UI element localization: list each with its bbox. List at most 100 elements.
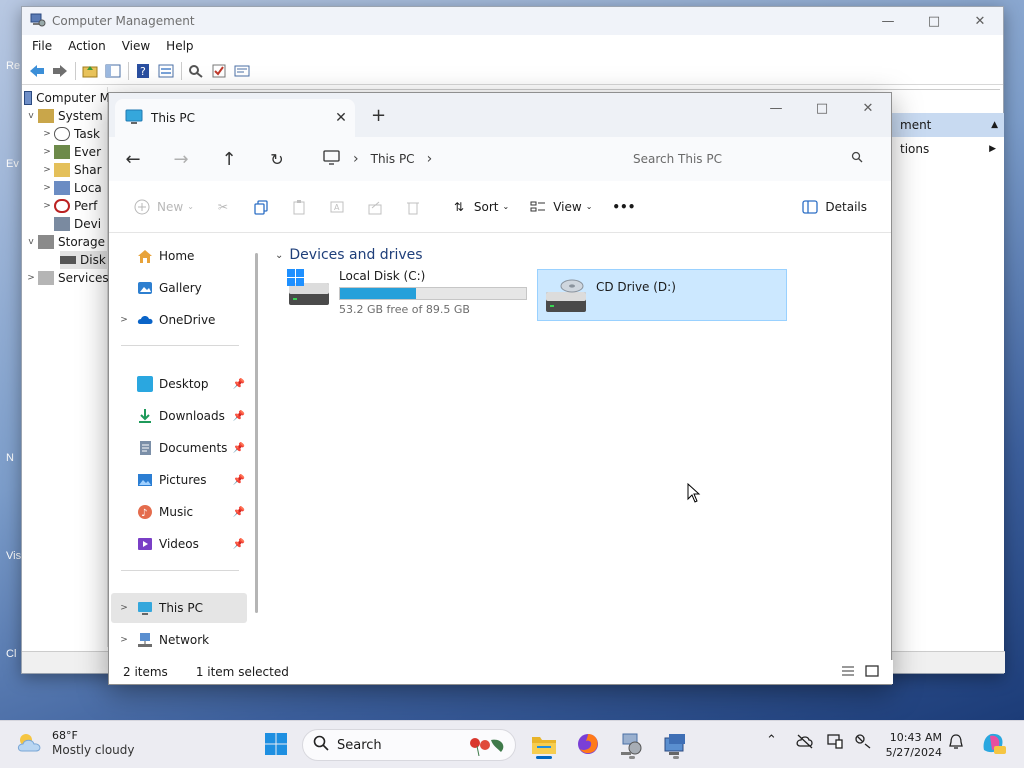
- firefox-icon: [576, 732, 600, 759]
- weather-temperature: 68°F: [52, 729, 78, 742]
- back-arrow-icon[interactable]: [26, 61, 48, 81]
- more-actions[interactable]: tions ▶: [892, 137, 1004, 161]
- menu-action[interactable]: Action: [60, 39, 114, 53]
- magnifier-icon[interactable]: [185, 61, 207, 81]
- copy-button[interactable]: [242, 191, 280, 223]
- desktop-icon-label[interactable]: N: [6, 452, 14, 464]
- rename-button[interactable]: A: [318, 191, 356, 223]
- chevron-right-icon[interactable]: >: [111, 603, 137, 613]
- chevron-down-icon[interactable]: ⌄: [275, 250, 283, 261]
- drive-cd-d[interactable]: CD Drive (D:): [537, 269, 787, 321]
- nav-item-pictures[interactable]: Pictures 📌: [111, 465, 247, 495]
- back-button[interactable]: ←: [109, 137, 157, 181]
- search-icon[interactable]: [851, 151, 863, 166]
- maximize-button[interactable]: □: [799, 93, 845, 123]
- chevron-right-icon[interactable]: >: [111, 315, 137, 325]
- pin-icon[interactable]: 📌: [233, 443, 245, 454]
- tree-item-computer[interactable]: Computer M: [24, 89, 110, 107]
- pin-icon[interactable]: 📌: [233, 475, 245, 486]
- pin-icon[interactable]: 📌: [233, 379, 245, 390]
- forward-button[interactable]: →: [157, 137, 205, 181]
- start-button[interactable]: [260, 729, 292, 761]
- breadcrumb-this-pc[interactable]: This PC: [371, 152, 415, 166]
- forward-arrow-icon[interactable]: [49, 61, 71, 81]
- nav-item-network[interactable]: > Network: [111, 625, 247, 655]
- cloud-offline-icon[interactable]: [796, 733, 814, 753]
- desktop-icon-label[interactable]: Ev: [6, 158, 19, 170]
- network-status-icon[interactable]: [854, 733, 872, 753]
- show-hide-tree-icon[interactable]: [102, 61, 124, 81]
- device-status-icon[interactable]: [826, 733, 844, 753]
- desktop-icon-label[interactable]: Cl: [6, 648, 16, 660]
- close-button[interactable]: ✕: [845, 93, 891, 123]
- taskbar-app[interactable]: [660, 729, 692, 761]
- taskbar-search-box[interactable]: Search: [302, 729, 516, 761]
- nav-item-home[interactable]: Home: [111, 241, 247, 271]
- cm-minimize-button[interactable]: —: [865, 7, 911, 35]
- paste-button[interactable]: [280, 191, 318, 223]
- group-header-devices[interactable]: ⌄ Devices and drives: [275, 247, 423, 263]
- tiles-view-icon[interactable]: [865, 664, 879, 680]
- details-view-icon[interactable]: [841, 665, 855, 680]
- console-view-icon[interactable]: [155, 61, 177, 81]
- help-icon[interactable]: ?: [132, 61, 154, 81]
- cut-button[interactable]: ✂: [204, 191, 242, 223]
- search-input[interactable]: Search This PC: [609, 143, 875, 175]
- view-button[interactable]: View ⌄: [519, 191, 602, 223]
- checklist-icon[interactable]: [208, 61, 230, 81]
- actions-header[interactable]: ment ▲: [892, 113, 1004, 137]
- cm-close-button[interactable]: ✕: [957, 7, 1003, 35]
- clock[interactable]: 10:43 AM 5/27/2024: [884, 730, 942, 760]
- taskbar-file-explorer[interactable]: [528, 729, 560, 761]
- tree-item-system[interactable]: v System: [24, 107, 110, 125]
- menu-view[interactable]: View: [114, 39, 158, 53]
- copilot-icon[interactable]: [980, 730, 1006, 760]
- notification-bell-icon[interactable]: [948, 733, 964, 755]
- nav-item-gallery[interactable]: Gallery: [111, 273, 247, 303]
- nav-item-music[interactable]: ♪ Music 📌: [111, 497, 247, 527]
- tree-item-disk-management[interactable]: Disk: [60, 251, 108, 269]
- nav-item-downloads[interactable]: Downloads 📌: [111, 401, 247, 431]
- sort-button[interactable]: ⇅ Sort ⌄: [440, 191, 519, 223]
- weather-widget[interactable]: 68°F Mostly cloudy: [16, 729, 135, 757]
- menu-help[interactable]: Help: [158, 39, 201, 53]
- nav-item-videos[interactable]: Videos 📌: [111, 529, 247, 559]
- nav-item-onedrive[interactable]: > OneDrive: [111, 305, 247, 335]
- pin-icon[interactable]: 📌: [233, 539, 245, 550]
- chevron-right-icon[interactable]: >: [111, 635, 137, 645]
- tree-item-storage[interactable]: v Storage: [24, 233, 110, 251]
- pin-icon[interactable]: 📌: [233, 507, 245, 518]
- delete-button[interactable]: [394, 191, 432, 223]
- menu-file[interactable]: File: [24, 39, 60, 53]
- more-options-button[interactable]: •••: [602, 191, 645, 223]
- cm-titlebar[interactable]: Computer Management — □ ✕: [22, 7, 1003, 35]
- close-tab-icon[interactable]: ✕: [327, 110, 355, 126]
- collapse-up-icon[interactable]: ▲: [991, 120, 998, 130]
- taskbar-computer-management[interactable]: [616, 729, 648, 761]
- show-hidden-icons-chevron-icon[interactable]: ⌃: [766, 733, 777, 748]
- desktop-icon-label[interactable]: Re: [6, 60, 20, 72]
- minimize-button[interactable]: —: [753, 93, 799, 123]
- properties-icon[interactable]: [231, 61, 253, 81]
- new-tab-button[interactable]: +: [371, 105, 386, 126]
- details-button[interactable]: Details: [791, 191, 877, 223]
- new-button[interactable]: New ⌄: [123, 191, 204, 223]
- up-button[interactable]: ↑: [205, 137, 253, 181]
- cm-maximize-button[interactable]: □: [911, 7, 957, 35]
- share-button[interactable]: [356, 191, 394, 223]
- nav-scrollbar[interactable]: [255, 253, 258, 613]
- address-bar[interactable]: › This PC ›: [309, 143, 605, 175]
- tree-item-services[interactable]: > Services: [24, 269, 110, 287]
- drive-local-disk-c[interactable]: Local Disk (C:) 53.2 GB free of 89.5 GB: [287, 269, 547, 321]
- refresh-button[interactable]: ↻: [253, 137, 301, 181]
- desktop-icon-label[interactable]: Vis: [6, 550, 21, 562]
- taskbar-firefox[interactable]: [572, 729, 604, 761]
- up-folder-icon[interactable]: [79, 61, 101, 81]
- breadcrumb-chevron-icon[interactable]: ›: [427, 151, 433, 167]
- pin-icon[interactable]: 📌: [233, 411, 245, 422]
- tab-this-pc[interactable]: This PC ✕: [115, 99, 355, 137]
- nav-item-this-pc[interactable]: > This PC: [111, 593, 247, 623]
- breadcrumb-chevron-icon[interactable]: ›: [353, 151, 359, 167]
- nav-item-documents[interactable]: Documents 📌: [111, 433, 247, 463]
- nav-item-desktop[interactable]: Desktop 📌: [111, 369, 247, 399]
